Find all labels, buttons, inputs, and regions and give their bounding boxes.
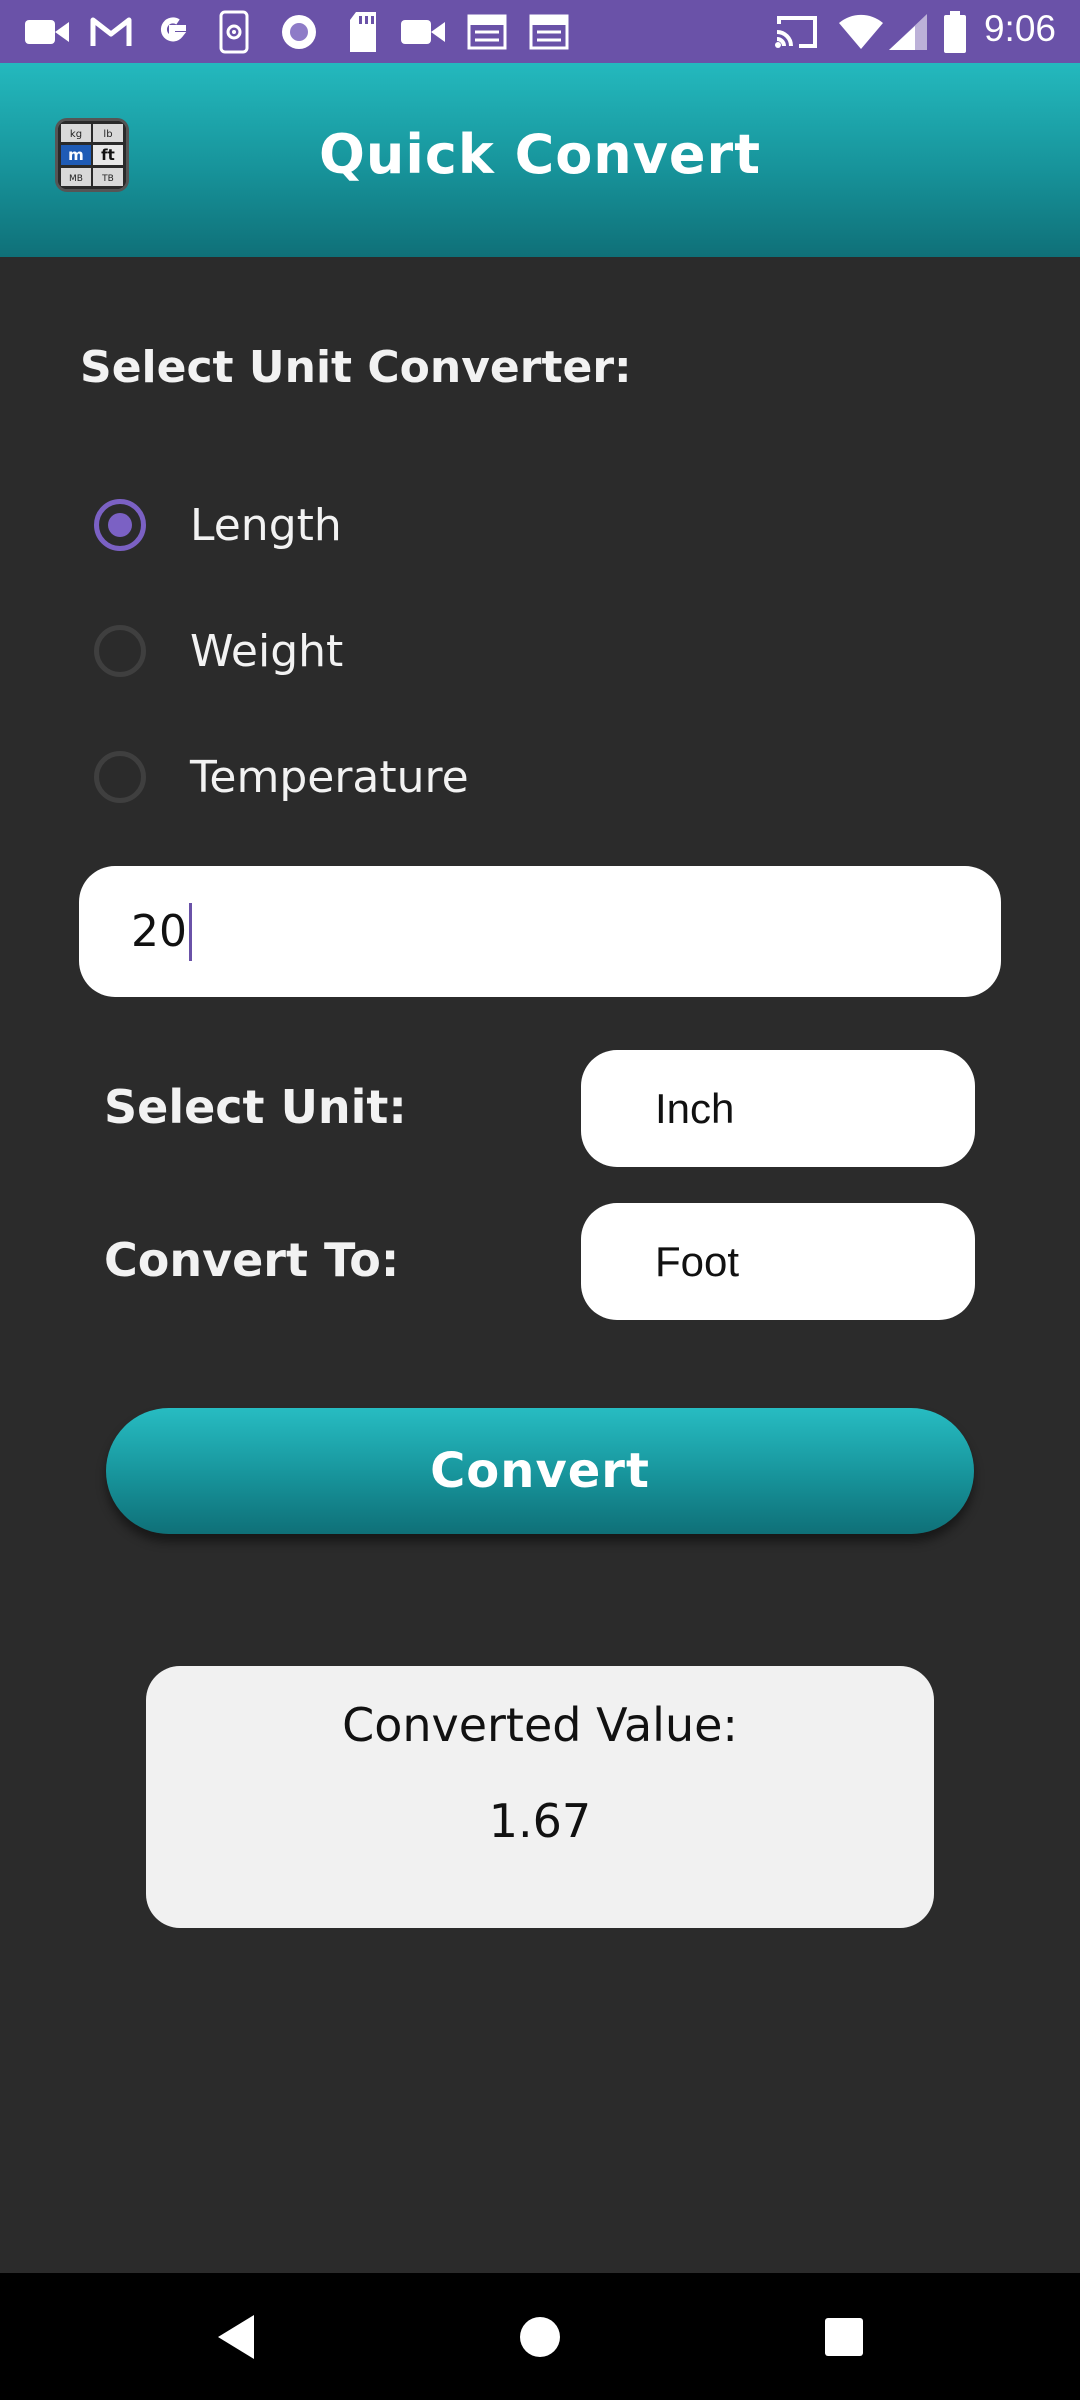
wifi-icon (836, 12, 886, 52)
sd-card-icon (346, 12, 380, 52)
result-value: 1.67 (488, 1794, 592, 1848)
phone-device-icon (216, 10, 252, 54)
radio-label: Length (190, 499, 342, 551)
record-icon (278, 12, 320, 52)
radio-label: Temperature (190, 751, 469, 803)
to-unit-label: Convert To: (104, 1233, 400, 1287)
radio-button[interactable] (94, 625, 146, 677)
to-unit-select[interactable]: Foot (581, 1203, 975, 1320)
radio-button[interactable] (94, 751, 146, 803)
value-input-text: 20 (131, 906, 187, 957)
radio-option-length[interactable]: Length (94, 495, 342, 555)
back-icon[interactable] (176, 2273, 296, 2400)
video-camera-icon (400, 12, 448, 52)
home-icon[interactable] (480, 2273, 600, 2400)
value-input[interactable]: 20 (79, 866, 1001, 997)
screen: 9:06 kg lb m ft MB TB Quick Convert Sele… (0, 0, 1080, 2400)
app-bar: kg lb m ft MB TB Quick Convert (0, 63, 1080, 257)
calendar-icon (528, 12, 570, 52)
recents-icon[interactable] (784, 2273, 904, 2400)
video-camera-icon (24, 12, 72, 52)
cast-icon (772, 12, 820, 52)
app-title: Quick Convert (318, 123, 762, 186)
radio-option-temperature[interactable]: Temperature (94, 747, 469, 807)
radio-button-checked[interactable] (94, 499, 146, 551)
battery-icon (942, 11, 968, 53)
status-bar: 9:06 (0, 0, 1080, 63)
from-unit-select[interactable]: Inch (581, 1050, 975, 1167)
status-time: 9:06 (983, 8, 1056, 49)
signal-icon (886, 12, 930, 52)
text-cursor (189, 902, 192, 961)
converter-type-heading: Select Unit Converter: (80, 342, 632, 393)
google-icon (150, 12, 194, 52)
from-unit-label: Select Unit: (104, 1080, 407, 1134)
convert-button[interactable]: Convert (106, 1408, 974, 1534)
gmail-icon (88, 12, 134, 52)
result-label: Converted Value: (342, 1698, 738, 1752)
radio-label: Weight (190, 625, 344, 677)
result-card: Converted Value: 1.67 (146, 1666, 934, 1928)
calendar-icon (466, 12, 508, 52)
navigation-bar (0, 2273, 1080, 2400)
radio-option-weight[interactable]: Weight (94, 621, 343, 681)
